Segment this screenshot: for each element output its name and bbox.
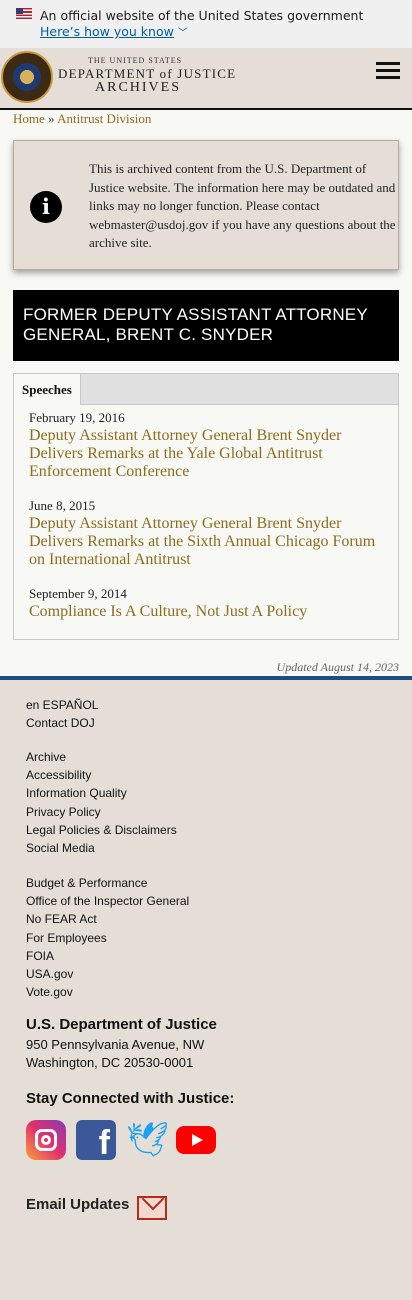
envelope-icon[interactable] [137,1196,167,1220]
page-title: FORMER DEPUTY ASSISTANT ATTORNEY GENERAL… [13,290,399,361]
breadcrumb: Home » Antitrust Division [13,111,151,127]
chevron-down-icon: ﹀ [177,28,188,39]
footer-link-contact[interactable]: Contact DOJ [26,714,98,732]
info-icon: i [30,191,62,223]
heres-how-you-know-link[interactable]: Here’s how you know ﹀ [40,24,188,42]
footer-link-vote-gov[interactable]: Vote.gov [26,983,189,1001]
speech-date: February 19, 2016 [29,410,125,425]
speech-date: September 9, 2014 [29,586,127,601]
address-title: U.S. Department of Justice [26,1016,217,1033]
footer-links-group-1: en ESPAÑOL Contact DOJ [26,696,98,732]
footer-link-usa-gov[interactable]: USA.gov [26,965,189,983]
menu-icon[interactable] [376,62,400,82]
list-item: September 9, 2014 Compliance Is A Cultur… [29,586,384,621]
footer-link-inspector-general[interactable]: Office of the Inspector General [26,892,189,910]
gov-banner: An official website of the United States… [0,0,412,48]
instagram-icon[interactable] [26,1120,66,1160]
footer-links-group-2: Archive Accessibility Information Qualit… [26,748,177,857]
site-header: THE UNITED STATES DEPARTMENT of JUSTICE … [0,48,412,110]
site-footer: en ESPAÑOL Contact DOJ Archive Accessibi… [0,676,412,1300]
us-flag-icon [16,8,32,19]
footer-link-espanol[interactable]: en ESPAÑOL [26,696,98,714]
footer-link-accessibility[interactable]: Accessibility [26,766,177,784]
footer-link-archive[interactable]: Archive [26,748,177,766]
breadcrumb-home-link[interactable]: Home [13,111,45,126]
stay-connected-heading: Stay Connected with Justice: [26,1090,235,1107]
twitter-icon[interactable]: 🕊 [126,1120,169,1160]
footer-link-social-media[interactable]: Social Media [26,839,177,857]
logo-line-3: ARCHIVES [95,80,182,95]
archive-notice: i This is archived content from the U.S.… [13,140,399,270]
updated-date: Updated August 14, 2023 [276,660,399,674]
facebook-icon[interactable]: f [76,1120,116,1162]
logo-line-1: THE UNITED STATES [88,56,183,65]
footer-link-information-quality[interactable]: Information Quality [26,784,177,802]
doj-seal-logo[interactable] [1,51,53,103]
footer-link-privacy-policy[interactable]: Privacy Policy [26,803,177,821]
youtube-icon[interactable] [176,1126,216,1154]
footer-link-for-employees[interactable]: For Employees [26,929,189,947]
speech-link[interactable]: Compliance Is A Culture, Not Just A Poli… [29,603,384,621]
speech-list: February 19, 2016 Deputy Assistant Attor… [29,410,384,638]
footer-links-group-3: Budget & Performance Office of the Inspe… [26,874,189,1001]
footer-link-legal-policies[interactable]: Legal Policies & Disclaimers [26,821,177,839]
footer-link-budget[interactable]: Budget & Performance [26,874,189,892]
email-updates-link[interactable]: Email Updates [26,1196,129,1213]
address-line-1: 950 Pennsylvania Avenue, NW [26,1037,205,1052]
speech-link[interactable]: Deputy Assistant Attorney General Brent … [29,515,384,569]
speeches-panel: Speeches February 19, 2016 Deputy Assist… [13,373,399,640]
breadcrumb-current-link[interactable]: Antitrust Division [57,111,151,126]
speech-date: June 8, 2015 [29,498,96,513]
gov-banner-text: An official website of the United States… [40,8,364,23]
heres-how-you-know-label: Here’s how you know [40,24,174,39]
speech-link[interactable]: Deputy Assistant Attorney General Brent … [29,427,384,481]
archive-notice-text: This is archived content from the U.S. D… [89,161,396,250]
list-item: June 8, 2015 Deputy Assistant Attorney G… [29,498,384,569]
footer-link-foia[interactable]: FOIA [26,947,189,965]
breadcrumb-separator: » [48,111,55,126]
footer-link-no-fear-act[interactable]: No FEAR Act [26,910,189,928]
address-line-2: Washington, DC 20530-0001 [26,1055,194,1070]
tab-strip: Speeches [14,374,398,405]
tab-speeches[interactable]: Speeches [14,374,81,405]
list-item: February 19, 2016 Deputy Assistant Attor… [29,410,384,481]
